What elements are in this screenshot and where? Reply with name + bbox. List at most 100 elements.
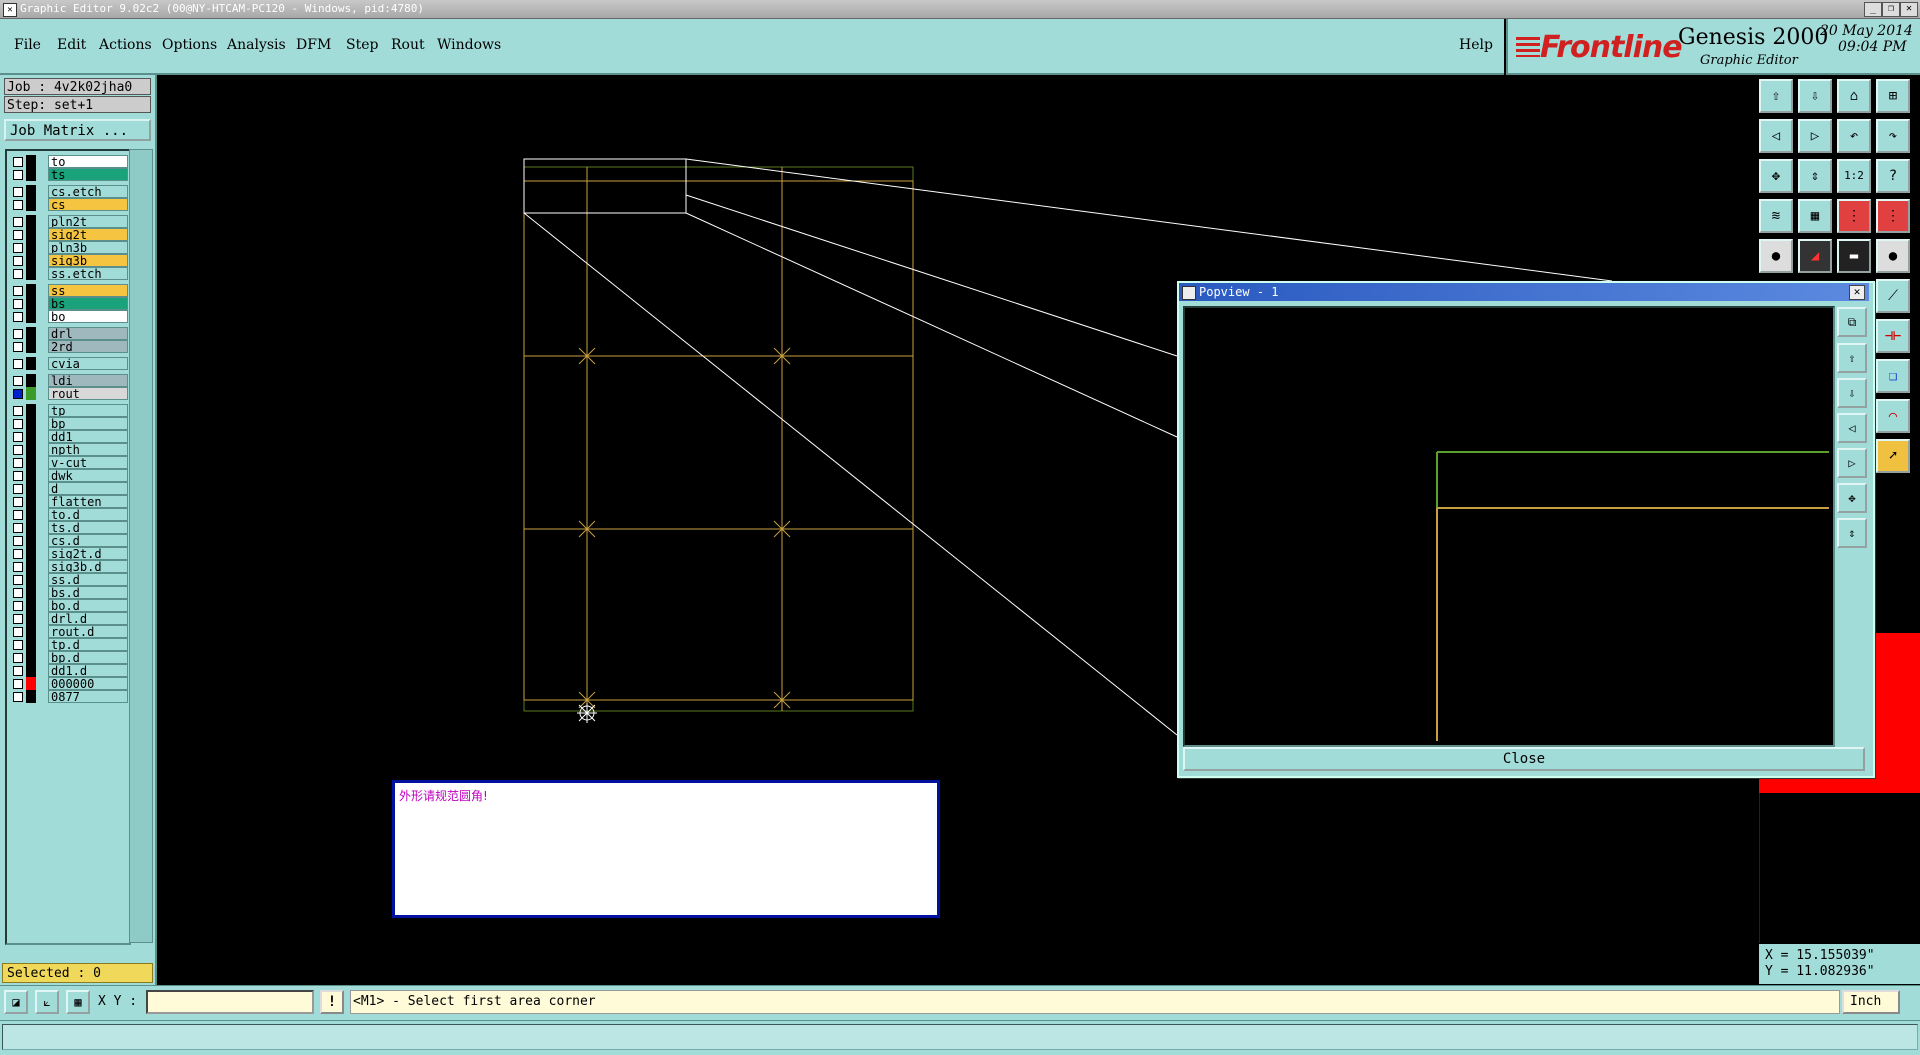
layer-row[interactable]: sig3b	[11, 254, 129, 268]
layer-checkbox[interactable]	[13, 389, 23, 399]
layer-row[interactable]: cs.d	[11, 534, 129, 548]
layer-row[interactable]: bp	[11, 417, 129, 431]
layer-row[interactable]: d	[11, 482, 129, 496]
dot-icon[interactable]: ●	[1876, 239, 1910, 273]
layer-row[interactable]: ss.etch	[11, 267, 129, 281]
next-icon[interactable]: ▷	[1798, 119, 1832, 153]
layer-row[interactable]: 2rd	[11, 340, 129, 354]
connect-icon[interactable]: ⟋	[1876, 279, 1910, 313]
layer-row[interactable]: v-cut	[11, 456, 129, 470]
minimize-icon[interactable]: _	[1864, 2, 1882, 17]
layer-row[interactable]: cvia	[11, 357, 129, 371]
help-icon[interactable]: ?	[1876, 159, 1910, 193]
layer-checkbox[interactable]	[13, 523, 23, 533]
open-icon[interactable]: ⇧	[1759, 79, 1793, 113]
unit-selector[interactable]: Inch	[1842, 990, 1900, 1014]
undo-icon[interactable]: ↶	[1837, 119, 1871, 153]
layer-checkbox[interactable]	[13, 200, 23, 210]
layer-checkbox[interactable]	[13, 471, 23, 481]
layer-row[interactable]: pln2t	[11, 215, 129, 229]
popview-canvas[interactable]	[1183, 306, 1835, 747]
layer-checkbox[interactable]	[13, 243, 23, 253]
menu-edit[interactable]: Edit	[57, 37, 86, 53]
select-mode-icon[interactable]: ◪	[4, 990, 28, 1014]
layer-row[interactable]: to.d	[11, 508, 129, 522]
layer-checkbox[interactable]	[13, 562, 23, 572]
layer-checkbox[interactable]	[13, 256, 23, 266]
layer-row[interactable]: ts.d	[11, 521, 129, 535]
layer-row[interactable]: pln3b	[11, 241, 129, 255]
layer-checkbox[interactable]	[13, 445, 23, 455]
layer-row[interactable]: 000000	[11, 677, 129, 691]
menu-file[interactable]: File	[14, 37, 41, 53]
fit-icon[interactable]: ✥	[1759, 159, 1793, 193]
layer-row[interactable]: tp	[11, 404, 129, 418]
layer-checkbox[interactable]	[13, 157, 23, 167]
layer-row[interactable]: to	[11, 155, 129, 169]
menu-options[interactable]: Options	[162, 37, 217, 53]
layer-row[interactable]: sig2t.d	[11, 547, 129, 561]
layer-row[interactable]: cs.etch	[11, 185, 129, 199]
layer-row[interactable]: dd1	[11, 430, 129, 444]
xy-input[interactable]	[146, 990, 314, 1014]
layer-checkbox[interactable]	[13, 653, 23, 663]
layer-checkbox[interactable]	[13, 230, 23, 240]
layer-checkbox[interactable]	[13, 679, 23, 689]
layer-checkbox[interactable]	[13, 432, 23, 442]
layer-row[interactable]: rout.d	[11, 625, 129, 639]
popview-title-bar[interactable]: Popview - 1 ✕	[1179, 283, 1869, 301]
layer-checkbox[interactable]	[13, 627, 23, 637]
layer-checkbox[interactable]	[13, 187, 23, 197]
layer-checkbox[interactable]	[13, 510, 23, 520]
select-icon[interactable]: ➚	[1876, 439, 1910, 473]
scale-1-2-icon[interactable]: 1:2	[1837, 159, 1871, 193]
popview-up-icon[interactable]: ⇧	[1837, 343, 1867, 373]
grid-mode-icon[interactable]: ▦	[66, 990, 90, 1014]
menu-windows[interactable]: Windows	[437, 37, 501, 53]
popview-left-icon[interactable]: ◁	[1837, 413, 1867, 443]
layer-row[interactable]: ss.d	[11, 573, 129, 587]
save-icon[interactable]: ⇩	[1798, 79, 1832, 113]
layer-list-scrollbar[interactable]	[129, 149, 153, 943]
prev-icon[interactable]: ◁	[1759, 119, 1793, 153]
alert-icon[interactable]: !	[320, 990, 344, 1014]
layer-row[interactable]: dd1.d	[11, 664, 129, 678]
popview-close-icon[interactable]: ✕	[1849, 285, 1865, 300]
layer-checkbox[interactable]	[13, 458, 23, 468]
compare-icon[interactable]: ⋮	[1876, 199, 1910, 233]
menu-help[interactable]: Help	[1459, 37, 1493, 53]
layer-row[interactable]: rout	[11, 387, 129, 401]
layer-row[interactable]: drl	[11, 327, 129, 341]
netlist-icon[interactable]: ⋮	[1837, 199, 1871, 233]
grid-icon[interactable]: ▦	[1798, 199, 1832, 233]
layer-row[interactable]: flatten	[11, 495, 129, 509]
camera-icon[interactable]: ●	[1759, 239, 1793, 273]
layer-checkbox[interactable]	[13, 342, 23, 352]
layer-row[interactable]: sig3b.d	[11, 560, 129, 574]
popview-zoom-icon[interactable]: ⇕	[1837, 518, 1867, 548]
layer-checkbox[interactable]	[13, 666, 23, 676]
close-window-icon[interactable]: ✕	[1900, 2, 1918, 17]
layer-row[interactable]: dwk	[11, 469, 129, 483]
layer-row[interactable]: 0877	[11, 690, 129, 704]
layer-checkbox[interactable]	[13, 286, 23, 296]
layer-checkbox[interactable]	[13, 359, 23, 369]
film-icon[interactable]: ⊣⊢	[1876, 319, 1910, 353]
layer-checkbox[interactable]	[13, 640, 23, 650]
home-icon[interactable]: ⌂	[1837, 79, 1871, 113]
layer-checkbox[interactable]	[13, 497, 23, 507]
job-matrix-button[interactable]: Job Matrix ...	[4, 119, 151, 141]
menu-dfm[interactable]: DFM	[296, 37, 331, 53]
layer-checkbox[interactable]	[13, 549, 23, 559]
layer-checkbox[interactable]	[13, 329, 23, 339]
layer-checkbox[interactable]	[13, 170, 23, 180]
menu-rout[interactable]: Rout	[391, 37, 425, 53]
pen-icon[interactable]: ◢	[1798, 239, 1832, 273]
popview-right-icon[interactable]: ▷	[1837, 448, 1867, 478]
layer-checkbox[interactable]	[13, 588, 23, 598]
popview-down-icon[interactable]: ⇩	[1837, 378, 1867, 408]
layer-row[interactable]: ss	[11, 284, 129, 298]
layer-row[interactable]: bp.d	[11, 651, 129, 665]
layer-checkbox[interactable]	[13, 484, 23, 494]
menu-step[interactable]: Step	[346, 37, 378, 53]
